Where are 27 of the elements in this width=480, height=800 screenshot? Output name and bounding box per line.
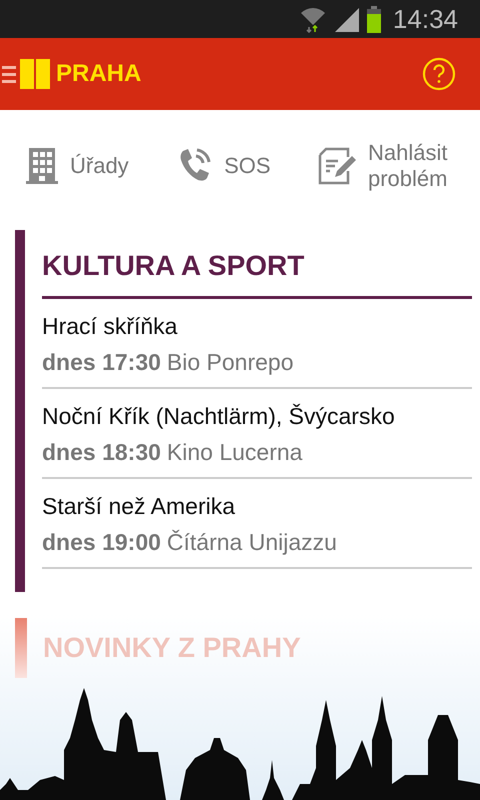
app-title: PRAHA [56,60,142,88]
battery-icon [366,5,381,33]
event-time: dnes 18:30 [42,438,161,465]
section-title: KULTURA A SPORT [42,230,472,299]
event-title: Noční Křík (Nachtlärm), Švýcarsko [42,402,396,432]
logo-icon [20,59,50,89]
help-icon[interactable] [422,57,456,91]
event-item[interactable]: Noční Křík (Nachtlärm), Švýcarsko dnes 18:30 Kino Lucerna [42,389,472,480]
clock: 14:34 [392,4,458,34]
quick-action-button[interactable]: Nahlásit problém [318,140,460,192]
event-title: Hrací skříňka [42,312,178,341]
event-venue: Čítárna Unijazzu [166,528,337,555]
event-title: Starší než Amerika [42,492,236,522]
wifi-icon [298,5,327,33]
event-item[interactable]: Hrací skříňka dnes 17:30 Bio Ponrepo [42,299,472,390]
building-icon [26,148,58,184]
event-item[interactable]: Starší než Amerika dnes 19:00 Čítárna Unijazzu [42,479,472,570]
section-title: NOVINKY Z PRAHY [43,632,301,664]
event-venue: Bio Ponrepo [166,348,294,375]
event-venue: Kino Lucerna [166,438,302,465]
quick-action-button[interactable]: SOS [176,147,271,185]
quick-action-button[interactable]: Úřady [26,148,129,184]
event-time: dnes 17:30 [42,348,161,375]
section-accent-bar [15,618,27,678]
event-time: dnes 19:00 [42,528,161,555]
edit-document-icon [318,147,356,185]
menu-icon[interactable] [2,64,16,84]
